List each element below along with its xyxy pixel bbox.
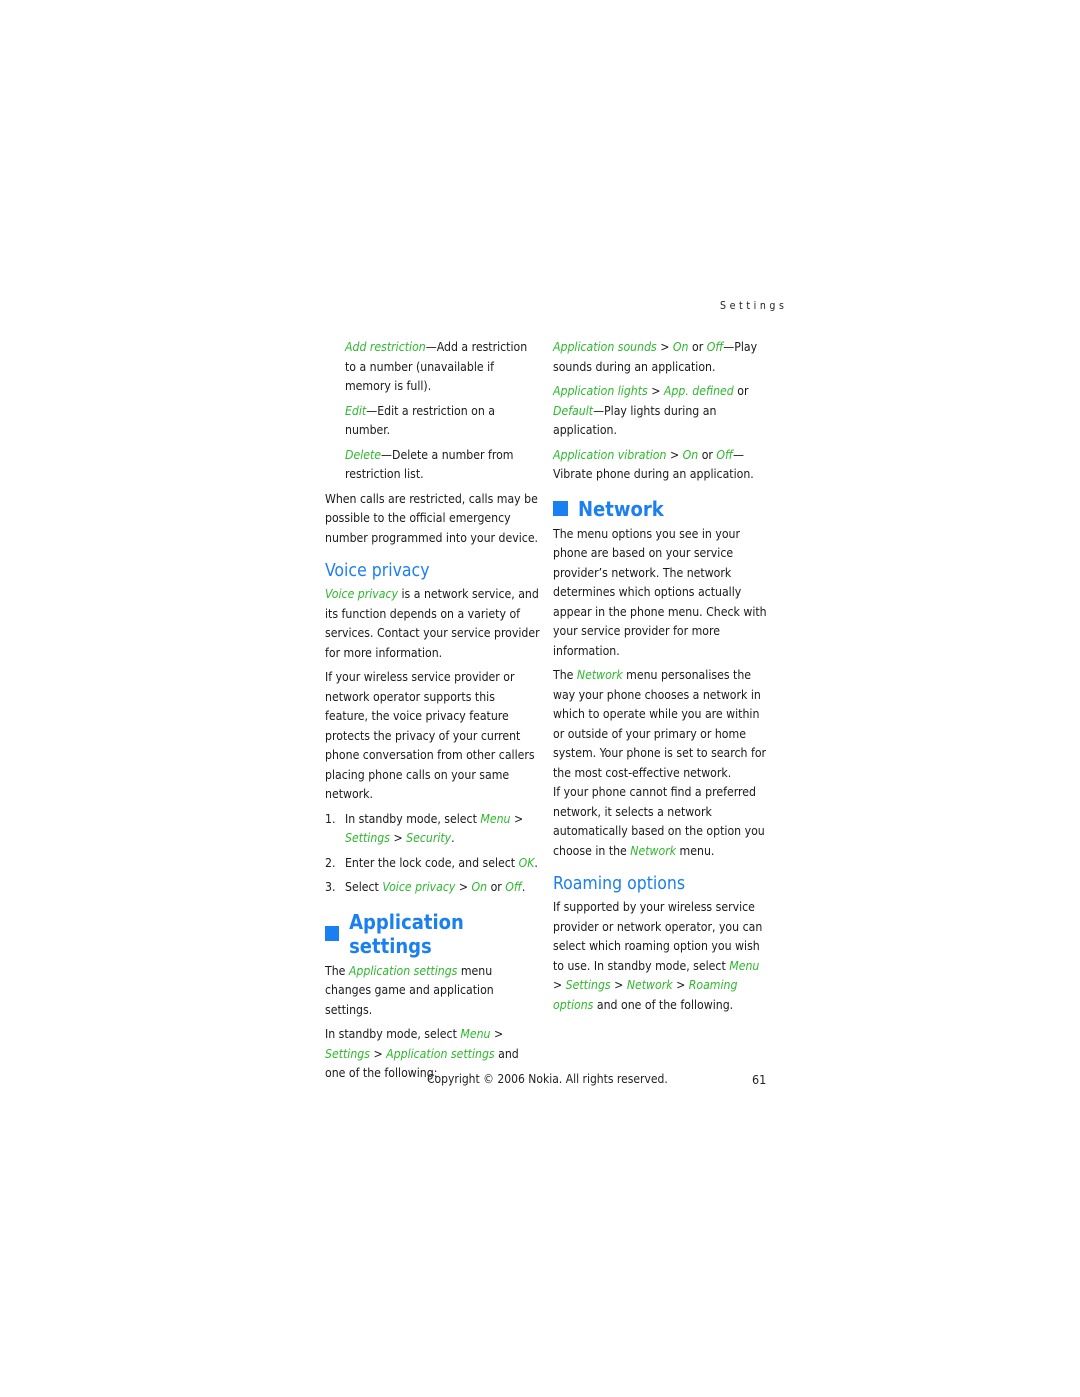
section-square-icon	[325, 926, 340, 941]
option-application-sounds: Application sounds > On or Off—Play soun…	[553, 340, 758, 374]
right-column: Application sounds > On or Off—Play soun…	[553, 338, 768, 1020]
voice-privacy-intro: Voice privacy is a network service, and …	[325, 585, 540, 663]
option-edit: Edit—Edit a restriction on a number.	[325, 402, 540, 441]
roaming-options-text: If supported by your wireless service pr…	[553, 900, 763, 1012]
roaming-options-heading: Roaming options	[553, 874, 686, 894]
network-fallback: If your phone cannot find a preferred ne…	[553, 785, 765, 858]
step-text: Select Voice privacy > On or Off.	[345, 880, 526, 894]
left-column: Add restriction—Add a restriction to a n…	[325, 338, 540, 1089]
step-text: In standby mode, select Menu > Settings …	[345, 811, 524, 846]
copyright-footer: Copyright © 2006 Nokia. All rights reser…	[427, 1072, 668, 1086]
option-description: —Edit a restriction on a number.	[345, 403, 496, 438]
voice-privacy-description: If your wireless service provider or net…	[325, 670, 535, 801]
step-number: 3.	[325, 880, 336, 894]
menu-term: Voice privacy	[325, 587, 399, 601]
option-delete: Delete—Delete a number from restriction …	[325, 446, 540, 485]
section-square-icon	[553, 501, 568, 516]
step-number: 2.	[325, 855, 336, 870]
option-application-lights: Application lights > App. defined or Def…	[553, 384, 749, 437]
step-text: Enter the lock code, and select OK.	[345, 855, 538, 870]
heading-text: Application settings	[349, 909, 464, 958]
manual-page: Settings Add restriction—Add a restricti…	[0, 0, 1080, 1397]
network-heading: Network	[553, 497, 768, 521]
step-item: 1. In standby mode, select Menu > Settin…	[325, 810, 540, 849]
voice-privacy-heading: Voice privacy	[325, 561, 430, 581]
option-add-restriction: Add restriction—Add a restriction to a n…	[325, 338, 540, 397]
step-item: 3. Select Voice privacy > On or Off.	[325, 878, 540, 898]
page-number: 61	[752, 1072, 767, 1087]
step-item: 2. Enter the lock code, and select OK.	[325, 854, 540, 874]
network-intro: The menu options you see in your phone a…	[553, 526, 767, 658]
restriction-note: When calls are restricted, calls may be …	[325, 491, 539, 545]
menu-term: Edit	[345, 403, 367, 418]
application-settings-intro: The Application settings menu changes ga…	[325, 963, 494, 1017]
step-number: 1.	[325, 811, 336, 826]
application-settings-heading: Application settings	[325, 910, 540, 958]
network-description: The Network menu personalises the way yo…	[553, 668, 767, 780]
menu-term: Add restriction	[345, 340, 426, 354]
heading-text: Network	[578, 496, 664, 521]
menu-term: Delete	[345, 447, 382, 462]
running-head: Settings	[720, 300, 788, 312]
option-application-vibration: Application vibration > On or Off— Vibra…	[553, 447, 754, 482]
